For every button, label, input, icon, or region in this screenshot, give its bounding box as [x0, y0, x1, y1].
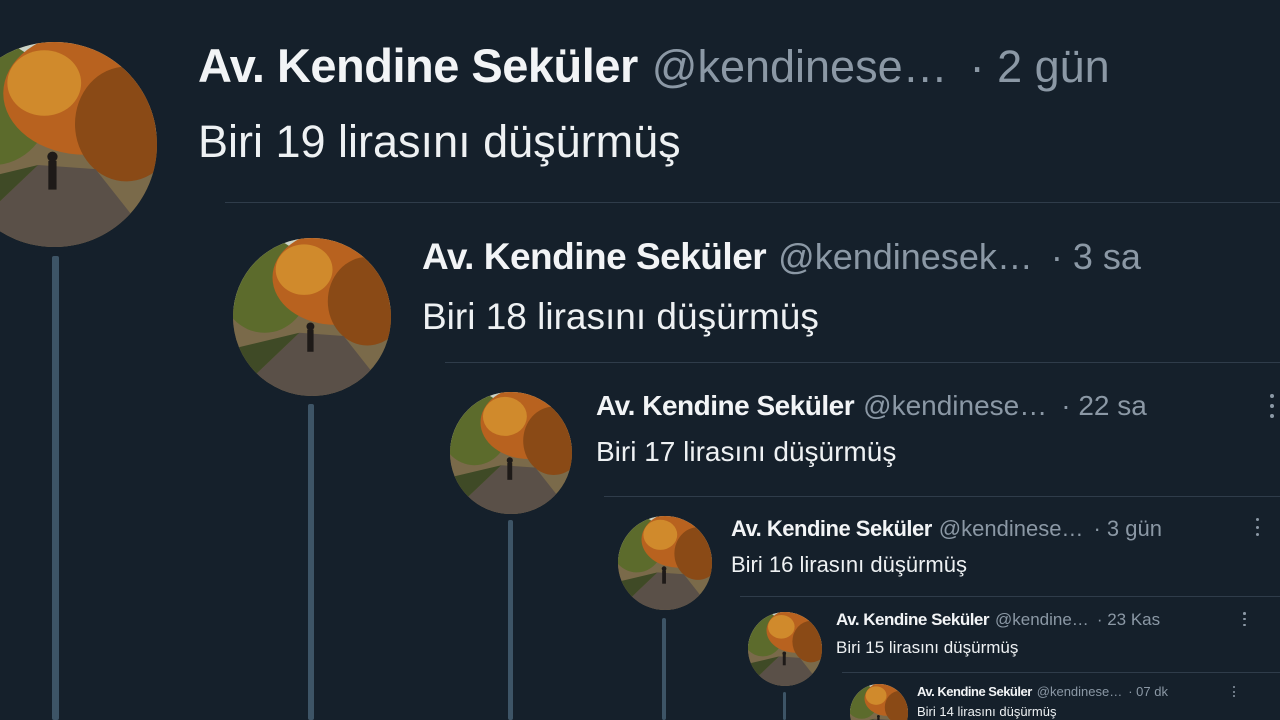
author-name[interactable]: Av. Kendine Seküler — [836, 610, 990, 630]
avatar[interactable] — [748, 612, 822, 686]
timestamp[interactable]: · 22 sa — [1061, 390, 1147, 422]
thread-line — [662, 618, 666, 720]
tweet-text: Biri 18 lirasını düşürmüş — [422, 296, 819, 337]
tweet-text: Biri 16 lirasını düşürmüş — [731, 552, 967, 577]
more-options-icon[interactable] — [1232, 686, 1236, 697]
tweet-text: Biri 15 lirasını düşürmüş — [836, 638, 1019, 657]
divider — [225, 202, 1280, 203]
timestamp[interactable]: · 3 sa — [1051, 236, 1141, 278]
divider — [445, 362, 1280, 363]
more-options-icon[interactable] — [1268, 394, 1276, 418]
more-options-icon[interactable] — [1254, 518, 1260, 536]
avatar[interactable] — [850, 684, 908, 720]
author-handle[interactable]: @kendine… — [995, 610, 1089, 630]
author-handle[interactable]: @kendinesek… — [778, 236, 1033, 278]
thread-line — [783, 692, 786, 720]
author-name[interactable]: Av. Kendine Seküler — [731, 516, 932, 542]
divider — [842, 672, 1280, 673]
author-handle[interactable]: @kendinese… — [863, 390, 1047, 422]
author-handle[interactable]: @kendinese… — [652, 41, 948, 93]
avatar[interactable] — [450, 392, 572, 514]
more-options-icon[interactable] — [1242, 612, 1247, 626]
avatar[interactable] — [0, 42, 157, 247]
author-name[interactable]: Av. Kendine Seküler — [917, 684, 1032, 699]
author-name[interactable]: Av. Kendine Seküler — [596, 390, 855, 422]
tweet-text: Biri 14 lirasını düşürmüş — [917, 704, 1057, 719]
timestamp[interactable]: · 3 gün — [1093, 516, 1162, 542]
timestamp[interactable]: · 2 gün — [970, 41, 1110, 93]
avatar[interactable] — [233, 238, 391, 396]
tweet-text: Biri 17 lirasını düşürmüş — [596, 436, 897, 467]
author-handle[interactable]: @kendinese… — [1037, 684, 1122, 699]
divider — [740, 596, 1280, 597]
thread-line — [308, 404, 314, 720]
divider — [604, 496, 1280, 497]
author-name[interactable]: Av. Kendine Seküler — [198, 38, 638, 93]
author-name[interactable]: Av. Kendine Seküler — [422, 236, 767, 278]
timestamp[interactable]: · 23 Kas — [1097, 610, 1160, 630]
author-handle[interactable]: @kendinese… — [939, 516, 1084, 542]
tweet-text: Biri 19 lirasını düşürmüş — [198, 116, 681, 167]
avatar[interactable] — [618, 516, 712, 610]
timestamp[interactable]: · 07 dk — [1128, 684, 1168, 699]
thread-line — [508, 520, 513, 720]
thread-line — [52, 256, 59, 720]
